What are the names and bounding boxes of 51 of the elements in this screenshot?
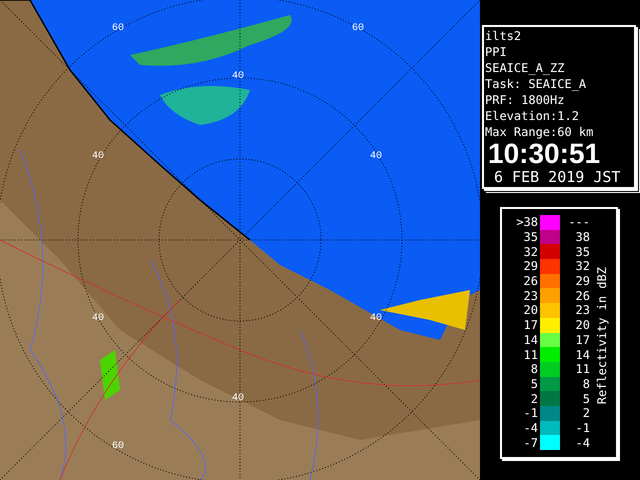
range-label: 40 [232,72,244,82]
legend-high-value: 23 [574,304,590,316]
legend-low-value: 14 [522,334,539,346]
range-label: 40 [370,152,382,162]
legend-high-value: 20 [574,319,590,332]
legend-low-value: 5 [530,378,539,390]
legend-high-value: --- [567,216,590,228]
legend-high-value: 11 [574,363,590,376]
legend-high-value: 32 [574,260,590,272]
range-label: 40 [232,394,244,404]
legend-high-value: 5 [582,392,590,405]
legend-high-value: -1 [574,422,590,434]
legend-low-value: 20 [522,304,539,316]
legend-low-value: -7 [522,436,539,449]
legend-high-value: 35 [574,246,590,258]
info-text: Task: SEAICE_A [485,76,588,92]
range-label: 40 [92,314,104,324]
info-text: PRF: 1800Hz [485,92,566,108]
legend-low-value: 11 [522,348,539,361]
legend-low-value: 35 [522,231,539,244]
time-text: 10:30:51 [487,140,602,168]
range-label: 60 [112,24,124,34]
legend-low-value: -4 [522,422,539,434]
legend-title: Reflectivity in dBZ [596,267,608,405]
range-label: 60 [112,442,124,452]
legend-high-value: 8 [582,378,590,390]
legend-high-value: 2 [582,407,590,420]
legend-high-value: 29 [574,275,590,288]
date-text: 6 FEB 2019 JST [493,168,622,186]
legend-high-value: 17 [574,334,590,346]
legend-high-value: 26 [574,290,590,302]
legend-low-value: 2 [530,392,539,405]
range-label: 60 [352,24,364,34]
legend-low-value: 32 [522,246,539,258]
info-text: Elevation:1.2 [485,108,580,124]
info-text: ilts2 [485,28,522,44]
legend-low-value: -1 [522,407,539,420]
range-label: 40 [92,152,104,162]
info-text: SEAICE_A_ZZ [485,60,566,76]
legend-low-value: 26 [522,275,539,288]
info-text: Max Range:60 km [485,124,594,140]
legend-low-value: 23 [522,290,539,302]
legend-high-value: -4 [574,436,590,449]
legend-low-value: 29 [522,260,539,272]
legend-low-value: 17 [522,319,539,332]
legend-low-value: 8 [530,363,539,376]
legend-high-value: 14 [574,348,590,361]
info-text: PPI [485,44,508,60]
range-label: 40 [370,314,382,324]
legend-low-value: >38 [515,216,539,228]
legend-high-value: 38 [574,231,590,244]
